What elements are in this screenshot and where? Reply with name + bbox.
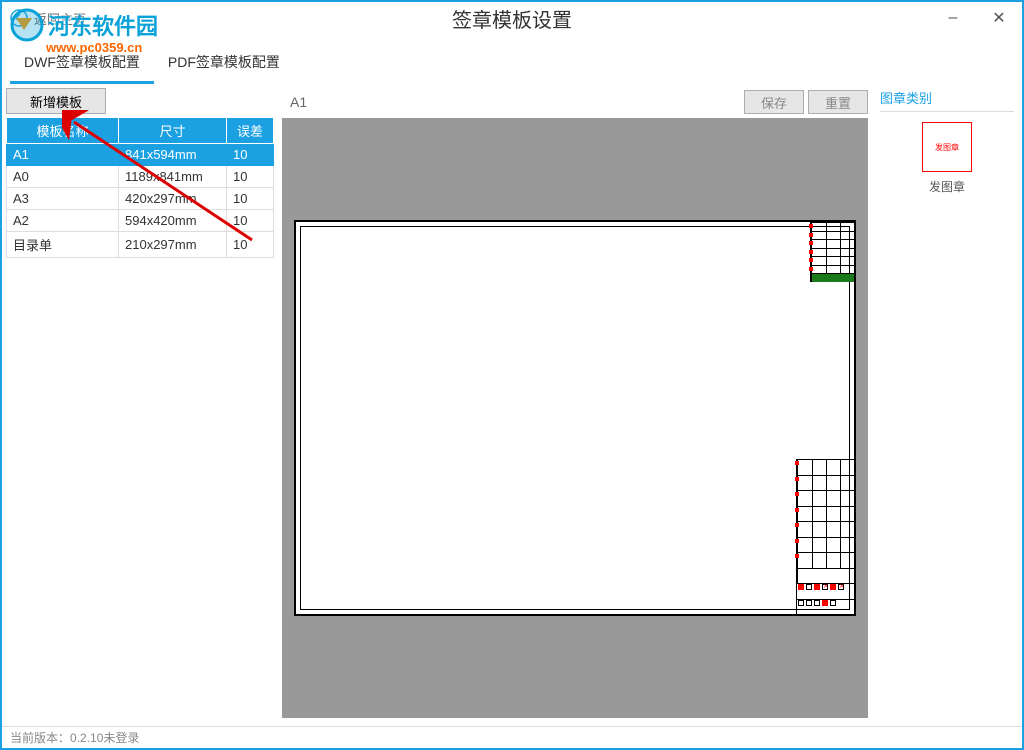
cell-size: 210x297mm	[119, 232, 227, 258]
table-row[interactable]: A01189x841mm10	[7, 166, 274, 188]
tab-pdf-config[interactable]: PDF签章模板配置	[154, 46, 294, 84]
status-version: 0.2.10	[70, 731, 103, 745]
stamp-item[interactable]: 发图章 发图章	[880, 122, 1014, 195]
cell-tol: 10	[227, 232, 274, 258]
table-row[interactable]: A3420x297mm10	[7, 188, 274, 210]
stamp-thumbnail: 发图章	[922, 122, 972, 172]
col-name: 模板名称	[7, 118, 119, 144]
cell-size: 420x297mm	[119, 188, 227, 210]
cell-name: A3	[7, 188, 119, 210]
statusbar: 当前版本： 0.2.10 未登录	[2, 726, 1022, 748]
current-template-name: A1	[282, 94, 740, 110]
reset-button[interactable]: 重置	[808, 90, 868, 114]
table-row[interactable]: A1841x594mm10	[7, 144, 274, 166]
save-button[interactable]: 保存	[744, 90, 804, 114]
cell-tol: 10	[227, 210, 274, 232]
template-table: 模板名称 尺寸 误差 A1841x594mm10A01189x841mm10A3…	[6, 117, 274, 258]
cell-name: A0	[7, 166, 119, 188]
cell-tol: 10	[227, 188, 274, 210]
cell-name: A2	[7, 210, 119, 232]
status-login: 未登录	[103, 729, 139, 746]
cell-size: 841x594mm	[119, 144, 227, 166]
cell-size: 594x420mm	[119, 210, 227, 232]
preview-panel: A1 保存 重置	[278, 84, 872, 722]
tabs: DWF签章模板配置 PDF签章模板配置	[2, 34, 1022, 84]
tab-dwf-config[interactable]: DWF签章模板配置	[10, 46, 154, 84]
status-version-prefix: 当前版本：	[10, 729, 70, 746]
stamp-category-title: 图章类别	[880, 88, 1014, 112]
table-row[interactable]: A2594x420mm10	[7, 210, 274, 232]
col-tolerance: 误差	[227, 118, 274, 144]
preview-canvas[interactable]: ✕✕	[282, 118, 868, 718]
add-template-button[interactable]: 新增模板	[6, 88, 106, 114]
title-block: ✕✕	[796, 222, 854, 614]
back-icon[interactable]	[10, 9, 28, 27]
close-button[interactable]: ✕	[976, 2, 1022, 34]
cell-name: A1	[7, 144, 119, 166]
cell-size: 1189x841mm	[119, 166, 227, 188]
cell-name: 目录单	[7, 232, 119, 258]
cell-tol: 10	[227, 166, 274, 188]
stamp-label: 发图章	[929, 178, 965, 195]
cell-tol: 10	[227, 144, 274, 166]
template-list-panel: 新增模板 模板名称 尺寸 误差 A1841x594mm10A01189x841m…	[2, 84, 278, 722]
back-label[interactable]: 返回主页	[34, 9, 86, 28]
minimize-button[interactable]: –	[930, 2, 976, 34]
window-title: 签章模板设置	[452, 4, 572, 33]
drawing-sheet: ✕✕	[294, 220, 857, 616]
col-size: 尺寸	[119, 118, 227, 144]
titlebar: 返回主页 签章模板设置 – ✕	[2, 2, 1022, 34]
stamp-category-panel: 图章类别 发图章 发图章	[872, 84, 1022, 722]
table-row[interactable]: 目录单210x297mm10	[7, 232, 274, 258]
